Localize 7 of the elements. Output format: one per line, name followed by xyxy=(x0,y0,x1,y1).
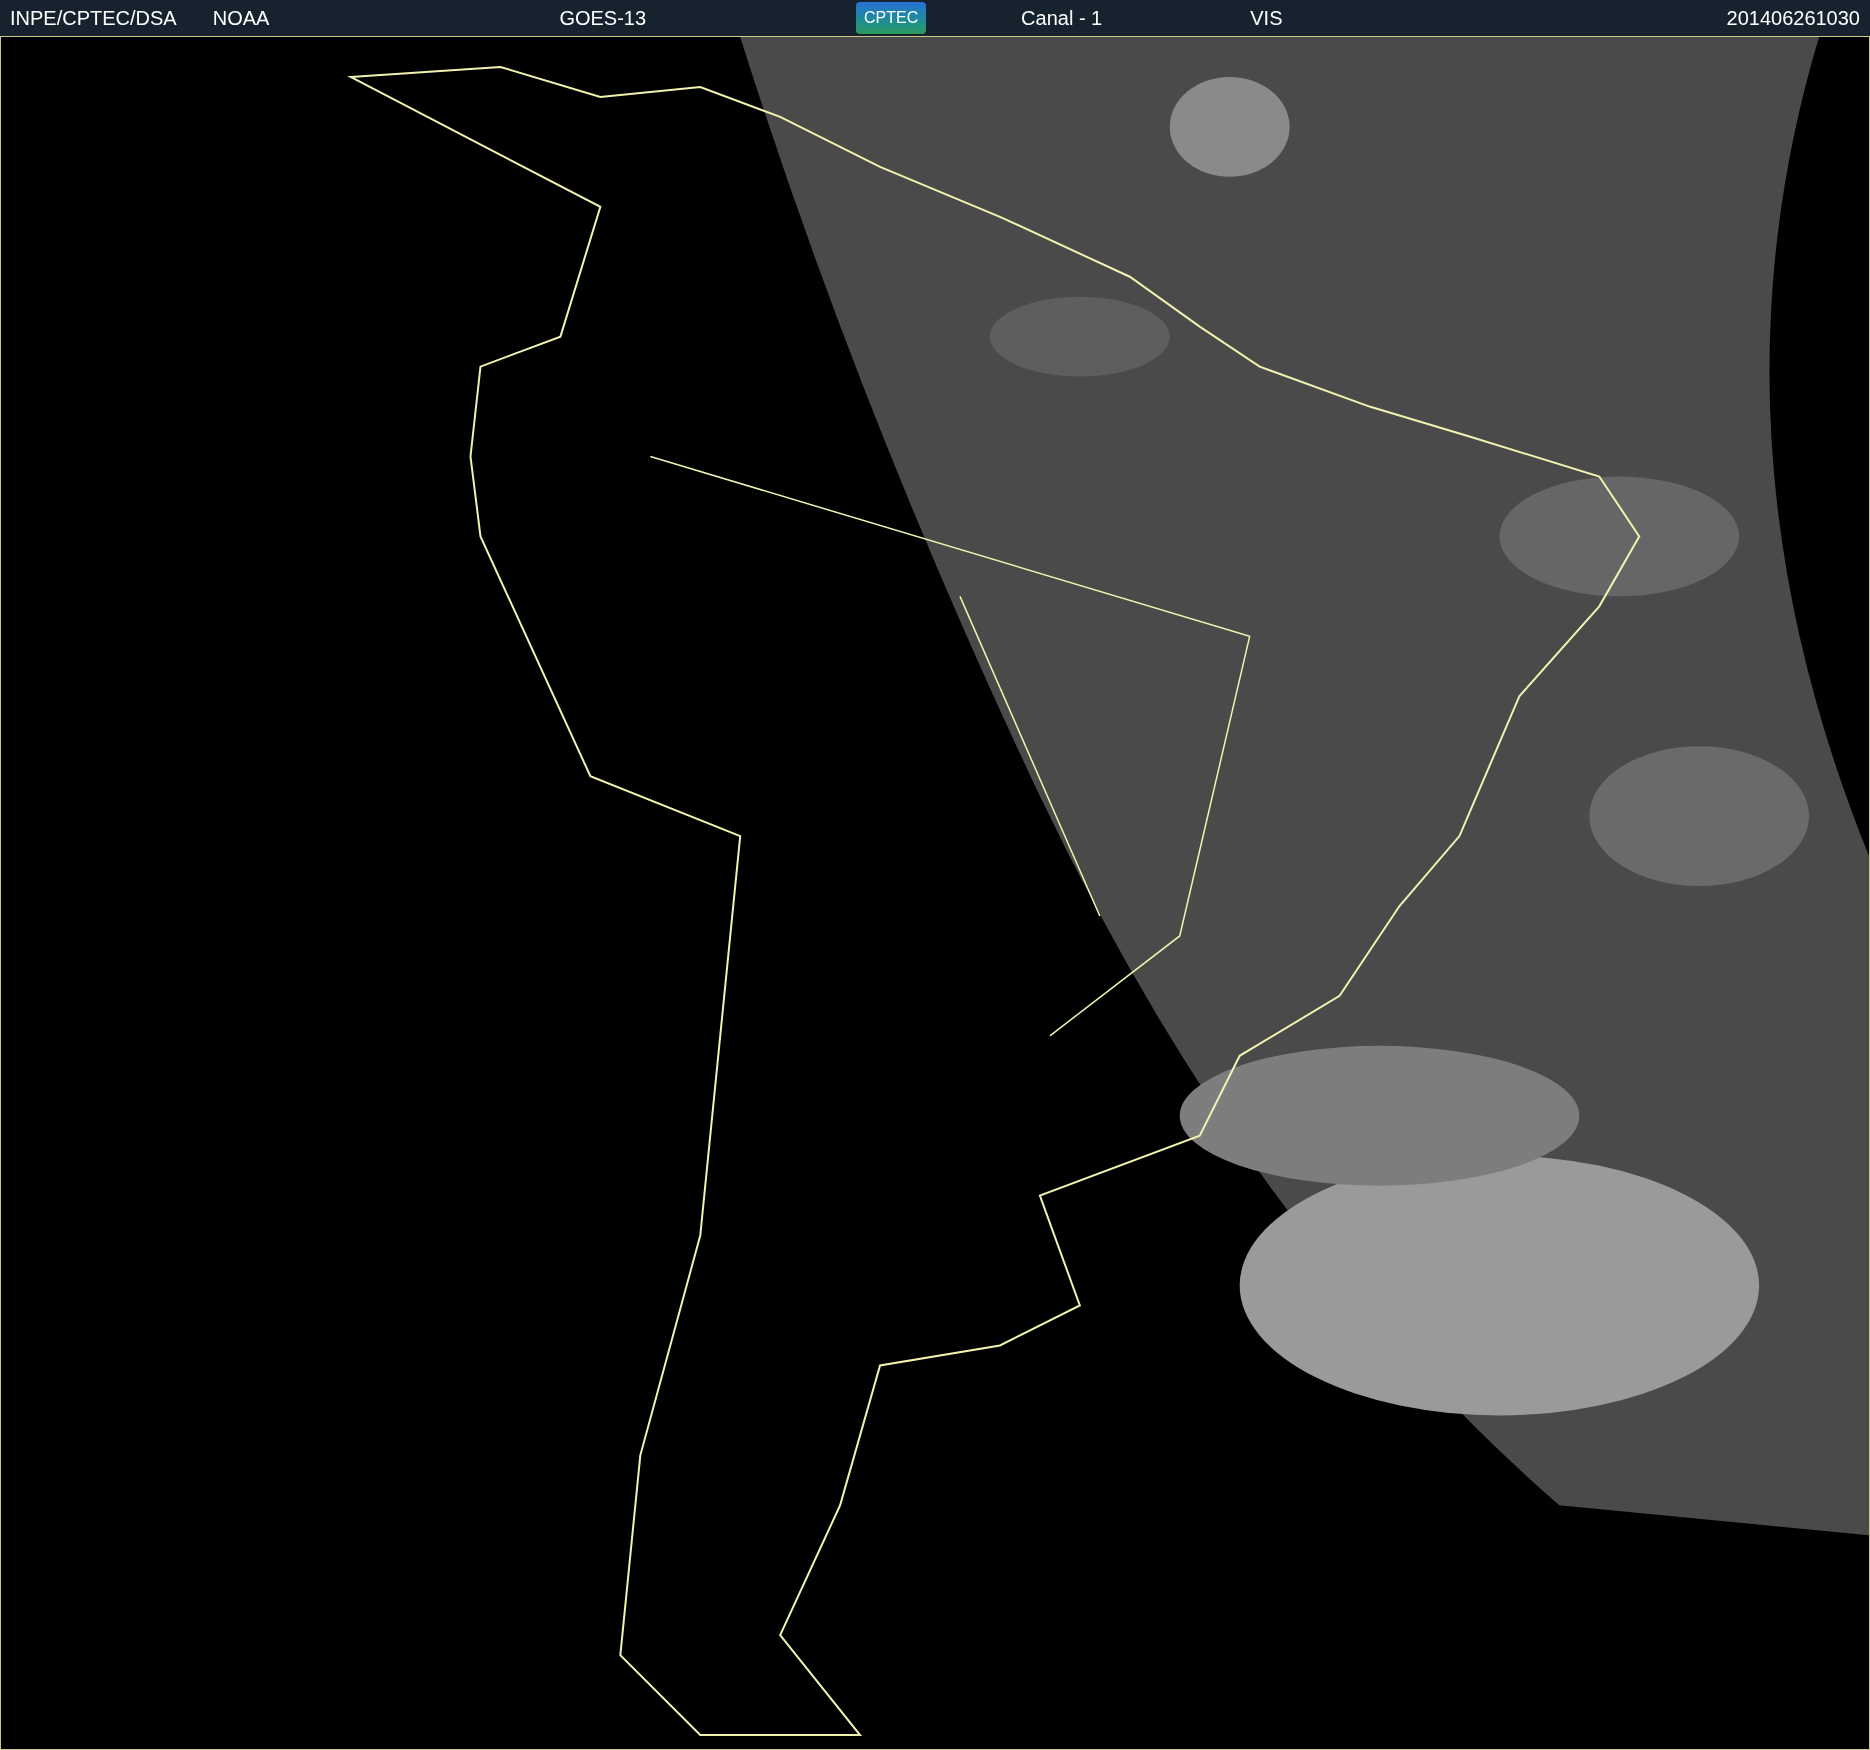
cptec-logo: CPTEC xyxy=(856,2,927,34)
channel-label: Canal - 1 xyxy=(1021,6,1103,31)
satellite-label: GOES-13 xyxy=(559,6,647,31)
agency-label: INPE/CPTEC/DSA xyxy=(10,6,177,31)
band-label: VIS xyxy=(1250,6,1283,31)
timestamp-label: 201406261030 xyxy=(1726,6,1860,31)
source-label: NOAA xyxy=(212,6,270,31)
